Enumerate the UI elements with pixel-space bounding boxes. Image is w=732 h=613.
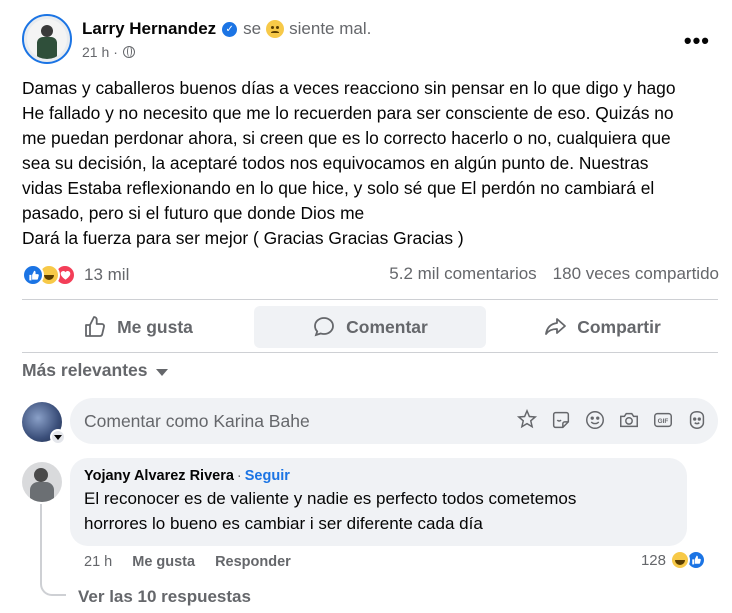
- comment-bubble: Yojany Alvarez Rivera · Seguir El recono…: [70, 458, 687, 546]
- comments-count[interactable]: 5.2 mil comentarios: [389, 264, 536, 284]
- globe-icon[interactable]: [122, 46, 135, 58]
- verified-icon: ✓: [222, 21, 238, 37]
- comment-icon: [314, 317, 335, 337]
- composer-tools: GIF: [516, 409, 708, 431]
- avatar-icon[interactable]: [686, 409, 708, 431]
- comment-input-placeholder: Comentar como Karina Bahe: [84, 411, 310, 431]
- like-icon: [85, 316, 106, 337]
- post-text-line: Damas y caballeros buenos días a veces r…: [22, 78, 676, 98]
- comment-text-line: horrores lo bueno es cambiar i ser difer…: [84, 514, 483, 533]
- emoji-icon[interactable]: [584, 409, 606, 431]
- comment-label: Comentar: [346, 316, 428, 337]
- like-reaction-icon: [22, 264, 44, 286]
- post-stats: 5.2 mil comentarios 180 veces compartido: [389, 264, 719, 284]
- post-text-line: pasado, pero si el futuro que donde Dios…: [22, 203, 365, 223]
- comment-composer: Comentar como Karina Bahe GIF: [22, 398, 718, 445]
- post-text-line: vidas Estaba reflexionando en lo que hic…: [22, 178, 655, 198]
- share-icon: [545, 318, 567, 335]
- feeling-text: siente mal.: [289, 19, 372, 38]
- haha-reaction-icon: [670, 550, 690, 570]
- divider: [22, 352, 718, 353]
- gif-icon[interactable]: GIF: [652, 409, 674, 431]
- reaction-count[interactable]: 13 mil: [84, 265, 129, 285]
- chevron-down-icon[interactable]: [50, 429, 66, 445]
- sticker-icon[interactable]: [550, 409, 572, 431]
- comment-reaction-count: 128: [640, 551, 666, 569]
- comment-text: El reconocer es de valiente y nadie es p…: [84, 486, 673, 536]
- comment-text-line: El reconocer es de valiente y nadie es p…: [84, 489, 577, 508]
- comment-input[interactable]: Comentar como Karina Bahe GIF: [70, 398, 718, 444]
- author-name[interactable]: Larry Hernandez: [82, 19, 216, 39]
- camera-icon[interactable]: [618, 409, 640, 431]
- comment-reply-button[interactable]: Responder: [215, 554, 291, 570]
- commenter-name[interactable]: Yojany Alvarez Rivera: [84, 468, 234, 484]
- like-label: Me gusta: [117, 316, 193, 337]
- shares-count[interactable]: 180 veces compartido: [553, 264, 719, 284]
- view-replies-link[interactable]: Ver las 10 respuestas: [78, 587, 251, 607]
- divider: [22, 299, 718, 300]
- sort-label: Más relevantes: [22, 360, 148, 380]
- post-text-line: me puedan perdonar ahora, si creen que e…: [22, 128, 671, 148]
- avatar-sticker-icon[interactable]: [516, 409, 538, 431]
- thread-line: [40, 504, 66, 596]
- post-text-line: sea su decisión, la aceptaré todos nos e…: [22, 153, 649, 173]
- meta-separator: ·: [113, 44, 118, 60]
- post-meta: 21 h ·: [82, 44, 135, 60]
- feeling-emoji-icon: [266, 20, 285, 38]
- post-text-line: He fallado y no necesito que me lo recue…: [22, 103, 674, 123]
- more-icon[interactable]: •••: [684, 28, 710, 54]
- current-user-avatar[interactable]: [22, 402, 66, 445]
- comment-reactions[interactable]: 128: [640, 550, 706, 570]
- comment-time[interactable]: 21 h: [84, 554, 112, 570]
- reaction-summary[interactable]: 13 mil: [22, 262, 129, 288]
- comment-sort-dropdown[interactable]: Más relevantes: [22, 360, 168, 381]
- commenter-avatar[interactable]: [22, 462, 62, 502]
- post-body: Damas y caballeros buenos días a veces r…: [22, 76, 722, 251]
- like-button[interactable]: Me gusta: [22, 306, 254, 348]
- comment-separator: ·: [236, 468, 242, 484]
- post-text-line: Dará la fuerza para ser mejor ( Gracias …: [22, 228, 464, 248]
- post-time[interactable]: 21 h: [82, 44, 109, 60]
- author-line: Larry Hernandez ✓ se siente mal.: [82, 19, 371, 39]
- follow-button[interactable]: Seguir: [245, 468, 290, 484]
- post-header: Larry Hernandez ✓ se siente mal. 21 h · …: [22, 14, 718, 66]
- action-bar: Me gusta Comentar Compartir: [22, 306, 718, 348]
- share-button[interactable]: Compartir: [486, 306, 718, 348]
- comment-button[interactable]: Comentar: [254, 306, 486, 348]
- caret-down-icon: [155, 368, 168, 376]
- comment-like-button[interactable]: Me gusta: [132, 554, 195, 570]
- svg-text:GIF: GIF: [658, 418, 669, 425]
- comment-meta: 21 h Me gusta Responder: [84, 554, 291, 570]
- share-label: Compartir: [577, 316, 661, 337]
- comment-header: Yojany Alvarez Rivera · Seguir: [84, 468, 673, 484]
- feeling-prefix: se: [243, 19, 262, 38]
- author-avatar[interactable]: [22, 14, 72, 64]
